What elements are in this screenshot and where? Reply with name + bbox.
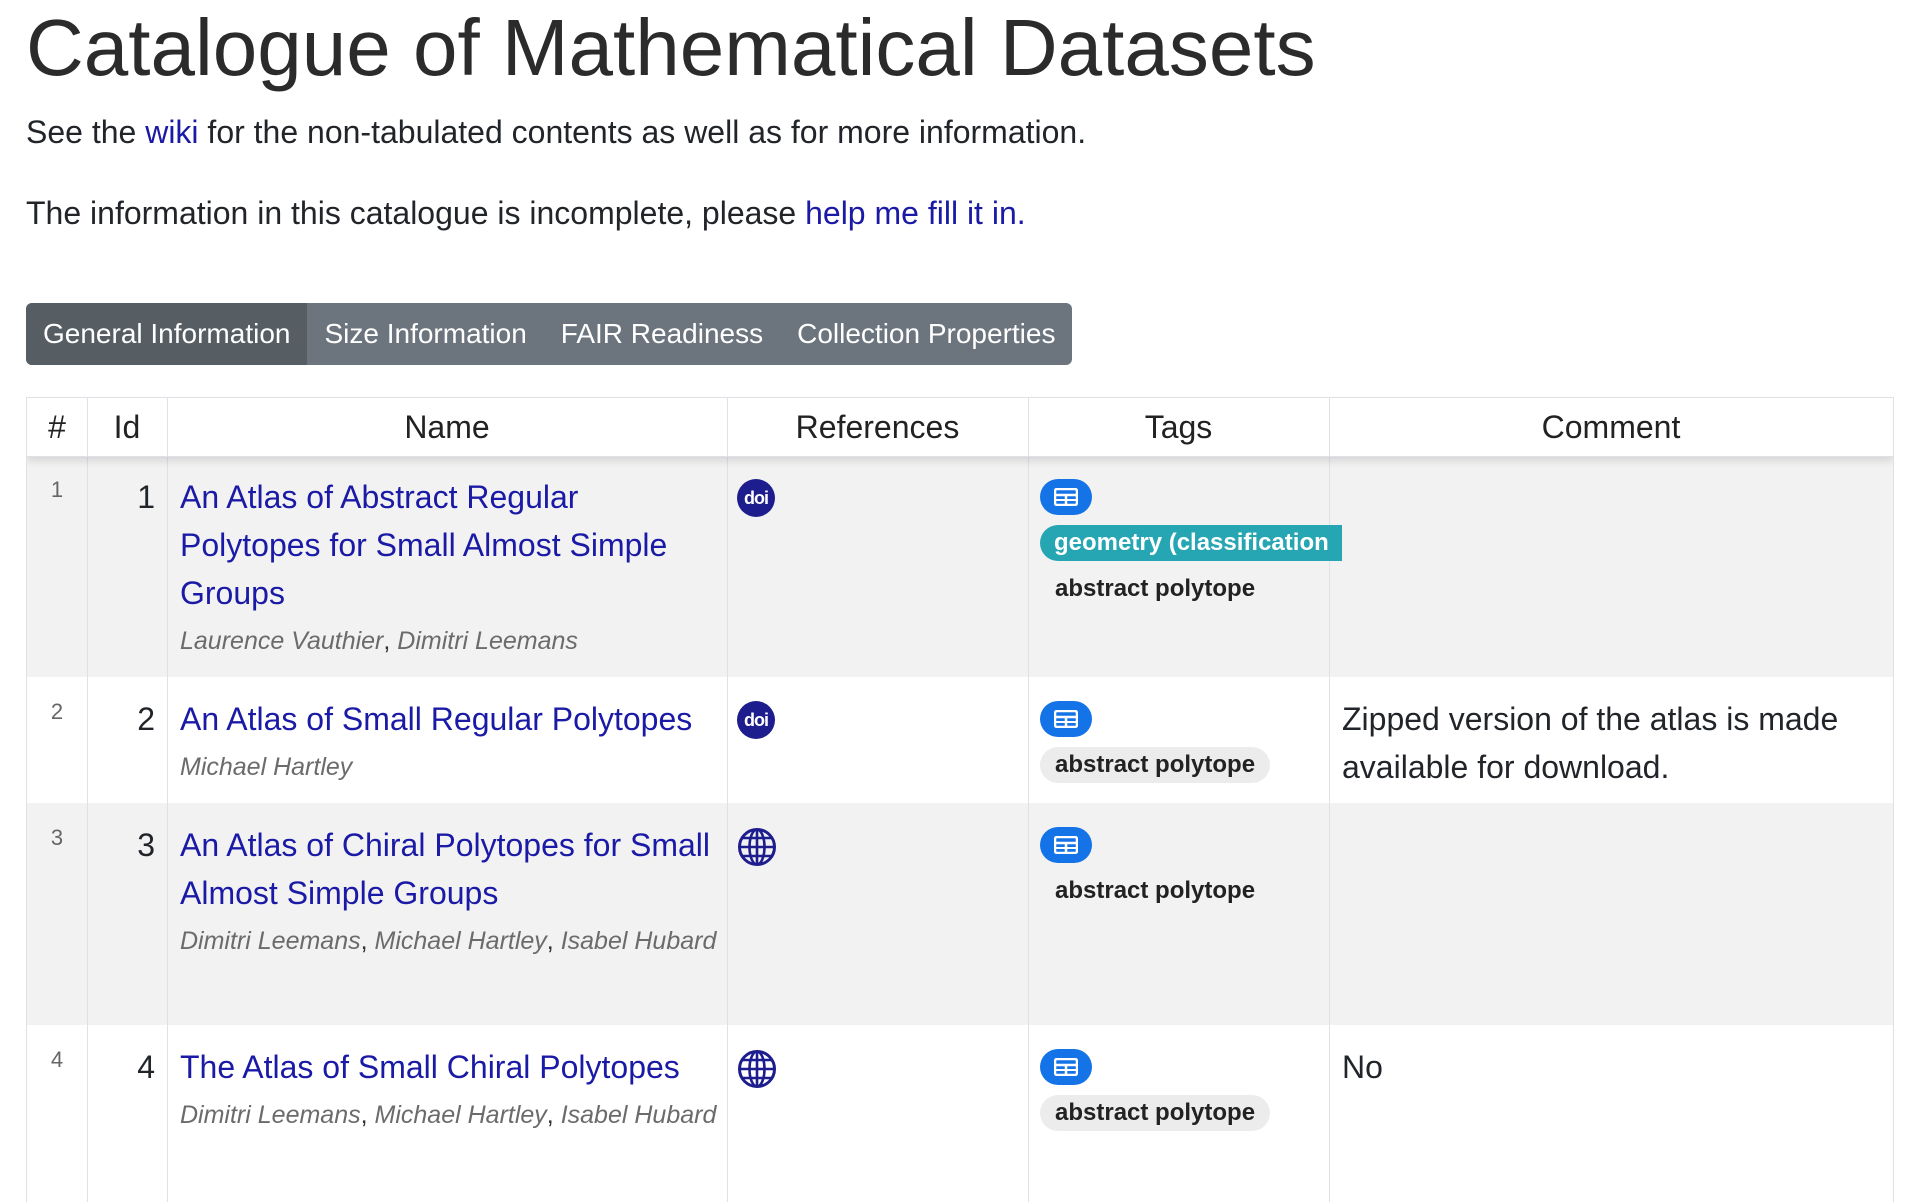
tab-collection-properties[interactable]: Collection Properties (780, 303, 1072, 365)
column-header-number[interactable]: # (27, 398, 87, 456)
column-divider (167, 803, 168, 1025)
tab-size-information[interactable]: Size Information (307, 303, 543, 365)
tags-cell: abstract polytope (1040, 701, 1340, 783)
row-id: 4 (137, 1049, 155, 1085)
tag-abstract-polytope[interactable]: abstract polytope (1040, 571, 1271, 607)
comment-cell: No (1342, 1049, 1383, 1085)
tag-abstract-polytope[interactable]: abstract polytope (1040, 873, 1271, 909)
author-name[interactable]: Michael Hartley (375, 927, 547, 955)
table-row: 2 2 An Atlas of Small Regular Polytopes … (27, 677, 1893, 804)
dataset-name-cell: The Atlas of Small Chiral Polytopes Dimi… (180, 1043, 720, 1139)
table-icon[interactable] (1040, 827, 1092, 863)
column-divider (167, 677, 168, 803)
row-number: 4 (50, 1047, 64, 1072)
table-icon[interactable] (1040, 1049, 1092, 1085)
doi-icon[interactable]: doi (737, 701, 775, 739)
intro-text: The information in this catalogue is inc… (26, 195, 806, 231)
table-header: # Id Name References Tags Comment (27, 397, 1893, 457)
author-name[interactable]: Isabel Hubard (561, 1101, 717, 1129)
dataset-link[interactable]: An Atlas of Abstract Regular Polytopes f… (180, 479, 667, 611)
dataset-name-cell: An Atlas of Small Regular Polytopes Mich… (180, 695, 720, 791)
tag-abstract-polytope[interactable]: abstract polytope (1040, 747, 1271, 783)
column-divider (167, 1025, 168, 1202)
author-name[interactable]: Dimitri Leemans (180, 927, 361, 955)
column-divider (1329, 398, 1330, 456)
globe-icon[interactable] (737, 827, 776, 866)
tab-bar: General Information Size Information FAI… (26, 303, 1073, 365)
column-header-comment[interactable]: Comment (1329, 398, 1893, 456)
column-divider (167, 398, 168, 456)
row-number: 1 (50, 477, 64, 502)
intro-text: for the non-tabulated contents as well a… (198, 114, 1087, 150)
authors-list: Michael Hartley (180, 743, 720, 791)
dataset-name-cell: An Atlas of Chiral Polytopes for Small A… (180, 821, 720, 965)
dataset-link[interactable]: The Atlas of Small Chiral Polytopes (180, 1049, 680, 1085)
tab-fair-readiness[interactable]: FAIR Readiness (544, 303, 780, 365)
column-divider (727, 398, 728, 456)
tags-cell: geometry (classification abstract polyto… (1040, 479, 1342, 607)
authors-list: Dimitri Leemans, Michael Hartley, Isabel… (180, 1101, 717, 1129)
table-icon[interactable] (1040, 479, 1092, 515)
column-header-references[interactable]: References (727, 398, 1028, 456)
wiki-link[interactable]: wiki (145, 114, 198, 150)
column-divider (167, 455, 168, 677)
column-header-id[interactable]: Id (87, 398, 167, 456)
page: Catalogue of Mathematical Datasets See t… (0, 0, 1910, 1202)
table-icon[interactable] (1040, 701, 1092, 737)
tags-cell: abstract polytope (1040, 1049, 1340, 1131)
column-divider (87, 398, 88, 456)
tags-cell: abstract polytope (1040, 827, 1340, 909)
table-row: 3 3 An Atlas of Chiral Polytopes for Sma… (27, 803, 1893, 1026)
author-name[interactable]: Isabel Hubard (561, 927, 717, 955)
author-name[interactable]: Dimitri Leemans (180, 1101, 361, 1129)
comment-cell: Zipped version of the atlas is made avai… (1342, 701, 1839, 785)
column-header-name[interactable]: Name (167, 398, 727, 456)
doi-icon-label: doi (737, 479, 775, 517)
column-header-tags[interactable]: Tags (1028, 398, 1329, 456)
doi-icon-label: doi (737, 701, 775, 739)
dataset-link[interactable]: An Atlas of Chiral Polytopes for Small A… (180, 827, 710, 911)
authors-list: Laurence Vauthier, Dimitri Leemans (180, 627, 578, 655)
doi-icon[interactable]: doi (737, 479, 775, 517)
row-id: 3 (137, 827, 155, 863)
intro-text: See the (26, 114, 146, 150)
intro-wiki-line: See the wiki for the non-tabulated conte… (26, 112, 1086, 152)
tab-general-information[interactable]: General Information (26, 303, 308, 365)
author-name[interactable]: Michael Hartley (375, 1101, 547, 1129)
column-divider (727, 677, 728, 803)
column-divider (1028, 398, 1029, 456)
column-divider (1028, 1025, 1029, 1202)
column-divider (727, 455, 728, 677)
intro-help-line: The information in this catalogue is inc… (26, 193, 1026, 233)
globe-icon[interactable] (737, 1049, 776, 1088)
table-row: 4 4 The Atlas of Small Chiral Polytopes … (27, 1025, 1893, 1202)
column-divider (87, 677, 88, 803)
row-id: 2 (137, 701, 155, 737)
help-link[interactable]: help me fill it in. (805, 195, 1026, 231)
tag-geometry[interactable]: geometry (classification (1040, 525, 1342, 561)
author-name[interactable]: Laurence Vauthier (180, 627, 383, 655)
column-divider (727, 1025, 728, 1202)
row-number: 2 (50, 699, 64, 724)
column-divider (1028, 455, 1029, 677)
datasets-table: # Id Name References Tags Comment 1 1 An… (26, 397, 1894, 1202)
author-name[interactable]: Michael Hartley (180, 753, 352, 781)
dataset-link[interactable]: An Atlas of Small Regular Polytopes (180, 701, 692, 737)
tag-abstract-polytope[interactable]: abstract polytope (1040, 1095, 1271, 1131)
table-row: 1 1 An Atlas of Abstract Regular Polytop… (27, 455, 1893, 678)
column-divider (1028, 677, 1029, 803)
dataset-name-cell: An Atlas of Abstract Regular Polytopes f… (180, 473, 720, 665)
column-divider (1028, 803, 1029, 1025)
author-name[interactable]: Dimitri Leemans (397, 627, 578, 655)
row-id: 1 (137, 479, 155, 515)
authors-list: Dimitri Leemans, Michael Hartley, Isabel… (180, 927, 717, 955)
column-divider (727, 803, 728, 1025)
page-title: Catalogue of Mathematical Datasets (26, 3, 1316, 92)
row-number: 3 (50, 825, 64, 850)
